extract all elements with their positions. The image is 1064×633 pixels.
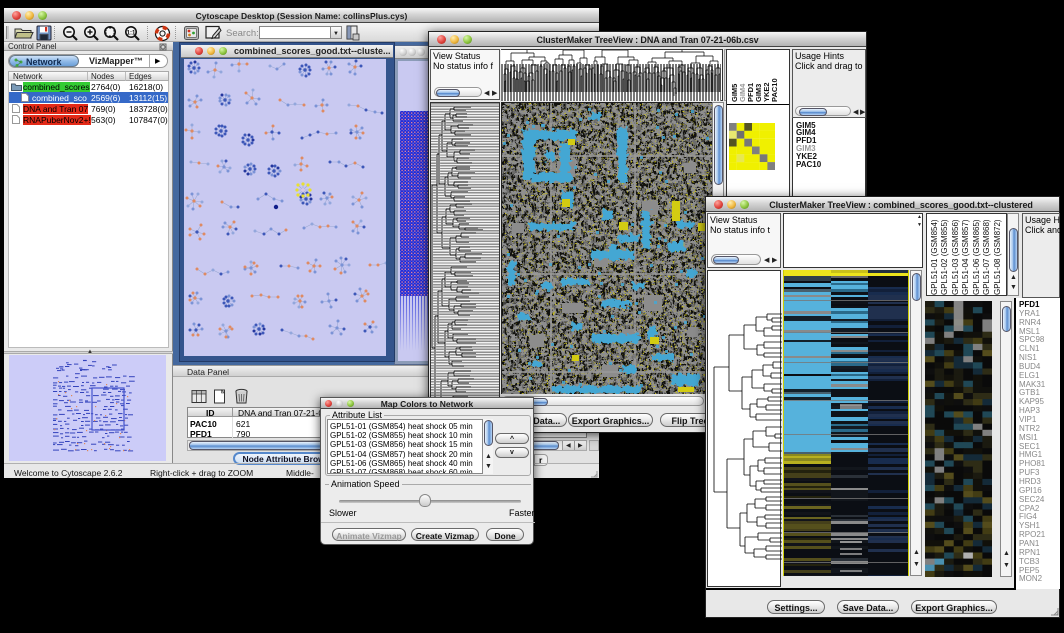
svg-text:1:1: 1:1 [127, 30, 136, 36]
